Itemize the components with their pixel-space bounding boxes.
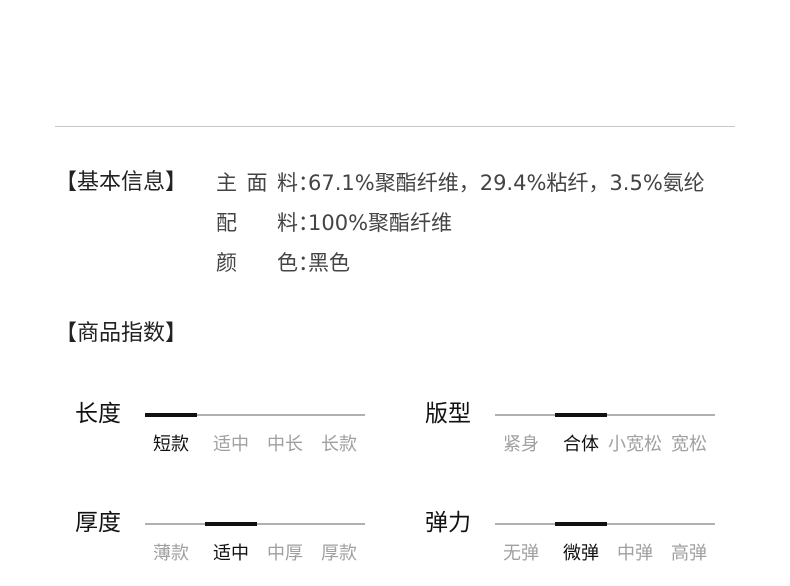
info-label: 颜色 bbox=[216, 251, 298, 275]
index-option: 高弹 bbox=[671, 543, 707, 564]
index-track-active bbox=[555, 413, 607, 417]
index-option: 长款 bbox=[321, 434, 357, 455]
info-label: 配料 bbox=[216, 211, 298, 235]
index-option: 微弹 bbox=[563, 543, 599, 564]
info-value: 100%聚酯纤维 bbox=[308, 211, 453, 235]
index-option: 紧身 bbox=[503, 434, 539, 455]
index-option: 短款 bbox=[153, 434, 189, 455]
index-track-active bbox=[145, 413, 197, 417]
index-option: 中长 bbox=[267, 434, 303, 455]
index-track bbox=[495, 413, 715, 417]
index-option: 适中 bbox=[213, 434, 249, 455]
info-colon: ： bbox=[298, 211, 319, 235]
index-option: 中厚 bbox=[267, 543, 303, 564]
index-fit: 版型 紧身 合体 小宽松 宽松 bbox=[425, 400, 725, 470]
index-option: 薄款 bbox=[153, 543, 189, 564]
index-name: 弹力 bbox=[425, 510, 471, 536]
index-option: 宽松 bbox=[671, 434, 707, 455]
info-row-lining: 配料：100%聚酯纤维 bbox=[216, 209, 452, 237]
index-option: 无弹 bbox=[503, 543, 539, 564]
index-length: 长度 短款 适中 中长 长款 bbox=[75, 400, 375, 470]
index-option: 合体 bbox=[563, 434, 599, 455]
info-label: 主面料 bbox=[216, 171, 298, 195]
index-name: 厚度 bbox=[75, 510, 121, 536]
index-option: 适中 bbox=[213, 543, 249, 564]
index-track bbox=[145, 413, 365, 417]
index-track-active bbox=[205, 522, 257, 526]
index-option: 小宽松 bbox=[608, 434, 662, 455]
index-option: 中弹 bbox=[617, 543, 653, 564]
info-colon: ： bbox=[298, 171, 319, 195]
index-track-active bbox=[555, 522, 607, 526]
index-track bbox=[495, 522, 715, 526]
index-name: 长度 bbox=[75, 401, 121, 427]
product-index-title: 【商品指数】 bbox=[55, 321, 188, 346]
info-row-main-fabric: 主面料：67.1%聚酯纤维，29.4%粘纤，3.5%氨纶 bbox=[216, 169, 705, 197]
index-track bbox=[145, 522, 365, 526]
info-row-color: 颜色：黑色 bbox=[216, 249, 350, 277]
index-option: 厚款 bbox=[321, 543, 357, 564]
info-value: 67.1%聚酯纤维，29.4%粘纤，3.5%氨纶 bbox=[308, 171, 705, 195]
index-thickness: 厚度 薄款 适中 中厚 厚款 bbox=[75, 509, 375, 579]
info-value: 黑色 bbox=[308, 251, 350, 275]
index-name: 版型 bbox=[425, 401, 471, 427]
info-colon: ： bbox=[298, 251, 319, 275]
top-divider bbox=[55, 126, 735, 127]
index-elasticity: 弹力 无弹 微弹 中弹 高弹 bbox=[425, 509, 725, 579]
basic-info-title: 【基本信息】 bbox=[55, 170, 188, 195]
